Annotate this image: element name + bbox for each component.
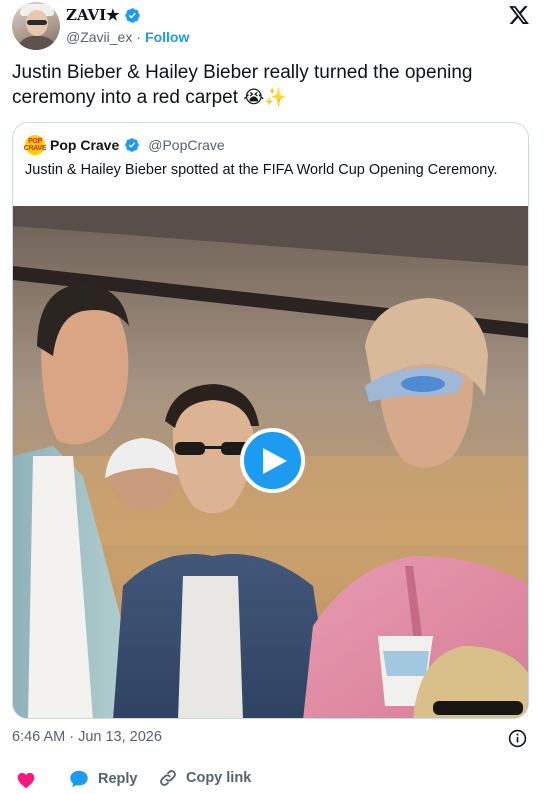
tweet-timestamp[interactable]: 6:46 AM · Jun 13, 2026 (12, 729, 162, 745)
tweet-header: ZAVI★ @Zavii_ex · Follow (12, 2, 536, 52)
tweet-emojis: 😭✨ (243, 87, 287, 108)
quoted-verified-badge-icon (125, 138, 140, 152)
quoted-tweet-text: Justin & Hailey Bieber spotted at the FI… (25, 162, 498, 178)
tweet-text-container: Justin Bieber & Hailey Bieber really tur… (12, 60, 532, 110)
reply-bubble-icon (70, 770, 88, 788)
author-name-row: ZAVI★ (66, 6, 141, 24)
action-bar: Reply Copy link (12, 768, 532, 792)
copy-link-label: Copy link (186, 770, 252, 786)
play-button[interactable] (240, 428, 305, 493)
quoted-tweet[interactable]: POP CRAVE Pop Crave @PopCrave Justin & H… (12, 122, 529, 719)
author-handle[interactable]: @Zavii_ex (66, 29, 132, 45)
info-icon[interactable] (508, 729, 527, 748)
play-icon (263, 447, 287, 474)
link-icon (160, 770, 176, 786)
reply-button[interactable]: Reply (68, 768, 138, 790)
quoted-author-handle: @PopCrave (148, 137, 225, 153)
quoted-author-name: Pop Crave (50, 137, 120, 153)
quoted-author-avatar: POP CRAVE (23, 135, 47, 155)
x-logo-icon[interactable] (508, 4, 530, 26)
separator-dot: · (136, 29, 142, 45)
quoted-tweet-header: POP CRAVE Pop Crave @PopCrave (23, 135, 225, 155)
like-button[interactable] (16, 770, 36, 790)
author-handle-row: @Zavii_ex · Follow (66, 29, 189, 45)
quoted-avatar-text: POP CRAVE (23, 138, 47, 152)
video-thumbnail[interactable] (13, 206, 528, 718)
follow-button[interactable]: Follow (145, 29, 189, 45)
author-display-name[interactable]: ZAVI★ (66, 6, 120, 24)
reply-label: Reply (98, 771, 138, 787)
copy-link-button[interactable]: Copy link (158, 768, 251, 788)
verified-badge-icon (124, 7, 140, 23)
author-avatar[interactable] (12, 2, 60, 50)
heart-icon (17, 772, 35, 788)
